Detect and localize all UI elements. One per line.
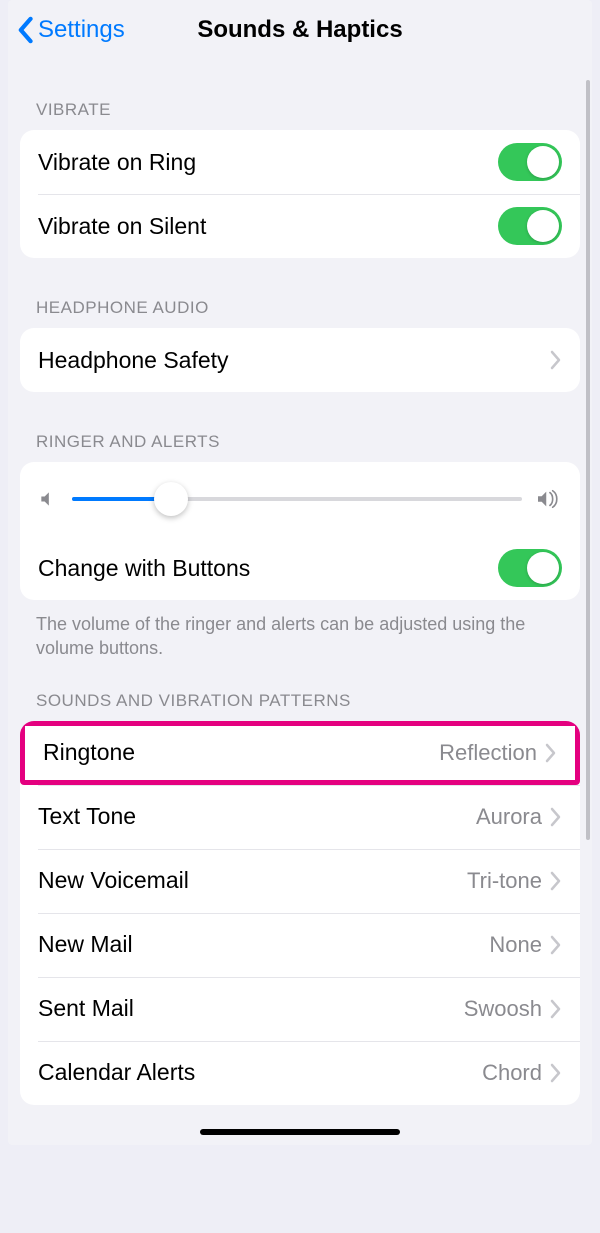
row-label: New Voicemail	[38, 867, 467, 894]
navbar: Settings Sounds & Haptics	[8, 0, 592, 60]
row-headphone-safety[interactable]: Headphone Safety	[20, 328, 580, 392]
volume-high-icon	[536, 488, 562, 510]
chevron-right-icon	[545, 743, 557, 763]
toggle-vibrate-on-ring[interactable]	[498, 143, 562, 181]
toggle-change-with-buttons[interactable]	[498, 549, 562, 587]
row-value: Reflection	[439, 740, 537, 766]
row-vibrate-on-silent[interactable]: Vibrate on Silent	[20, 194, 580, 258]
section-header-ringer: RINGER AND ALERTS	[8, 392, 592, 462]
group-patterns: RingtoneReflectionText ToneAuroraNew Voi…	[20, 721, 580, 1105]
section-header-vibrate: VIBRATE	[8, 60, 592, 130]
home-indicator	[200, 1129, 400, 1135]
group-vibrate: Vibrate on Ring Vibrate on Silent	[20, 130, 580, 258]
section-header-patterns: SOUNDS AND VIBRATION PATTERNS	[8, 665, 592, 721]
section-header-headphone: HEADPHONE AUDIO	[8, 258, 592, 328]
volume-slider[interactable]	[72, 497, 522, 501]
row-value: None	[489, 932, 542, 958]
row-sent-mail[interactable]: Sent MailSwoosh	[20, 977, 580, 1041]
row-calendar-alerts[interactable]: Calendar AlertsChord	[20, 1041, 580, 1105]
row-value: Chord	[482, 1060, 542, 1086]
row-volume-slider	[20, 462, 580, 536]
row-label: Vibrate on Silent	[38, 213, 498, 240]
row-label: New Mail	[38, 931, 489, 958]
row-new-voicemail[interactable]: New VoicemailTri-tone	[20, 849, 580, 913]
back-button[interactable]: Settings	[16, 16, 125, 44]
slider-thumb[interactable]	[154, 482, 188, 516]
back-label: Settings	[38, 16, 125, 44]
row-change-with-buttons[interactable]: Change with Buttons	[20, 536, 580, 600]
chevron-right-icon	[550, 999, 562, 1019]
row-value: Aurora	[476, 804, 542, 830]
row-label: Sent Mail	[38, 995, 464, 1022]
settings-screen: Settings Sounds & Haptics VIBRATE Vibrat…	[8, 0, 592, 1145]
row-label: Ringtone	[43, 739, 439, 766]
row-value: Tri-tone	[467, 868, 542, 894]
chevron-right-icon	[550, 1063, 562, 1083]
row-label: Text Tone	[38, 803, 476, 830]
chevron-right-icon	[550, 350, 562, 370]
row-new-mail[interactable]: New MailNone	[20, 913, 580, 977]
chevron-right-icon	[550, 935, 562, 955]
chevron-right-icon	[550, 807, 562, 827]
row-value: Swoosh	[464, 996, 542, 1022]
chevron-left-icon	[16, 16, 34, 44]
row-vibrate-on-ring[interactable]: Vibrate on Ring	[20, 130, 580, 194]
scroll-indicator	[586, 80, 590, 840]
row-ringtone[interactable]: RingtoneReflection	[20, 721, 580, 785]
row-label: Change with Buttons	[38, 555, 498, 582]
group-ringer: Change with Buttons	[20, 462, 580, 600]
row-text-tone[interactable]: Text ToneAurora	[20, 785, 580, 849]
chevron-right-icon	[550, 871, 562, 891]
group-headphone: Headphone Safety	[20, 328, 580, 392]
volume-low-icon	[38, 489, 58, 509]
row-label: Headphone Safety	[38, 347, 550, 374]
row-label: Vibrate on Ring	[38, 149, 498, 176]
row-label: Calendar Alerts	[38, 1059, 482, 1086]
footer-note-ringer: The volume of the ringer and alerts can …	[8, 600, 592, 665]
toggle-vibrate-on-silent[interactable]	[498, 207, 562, 245]
